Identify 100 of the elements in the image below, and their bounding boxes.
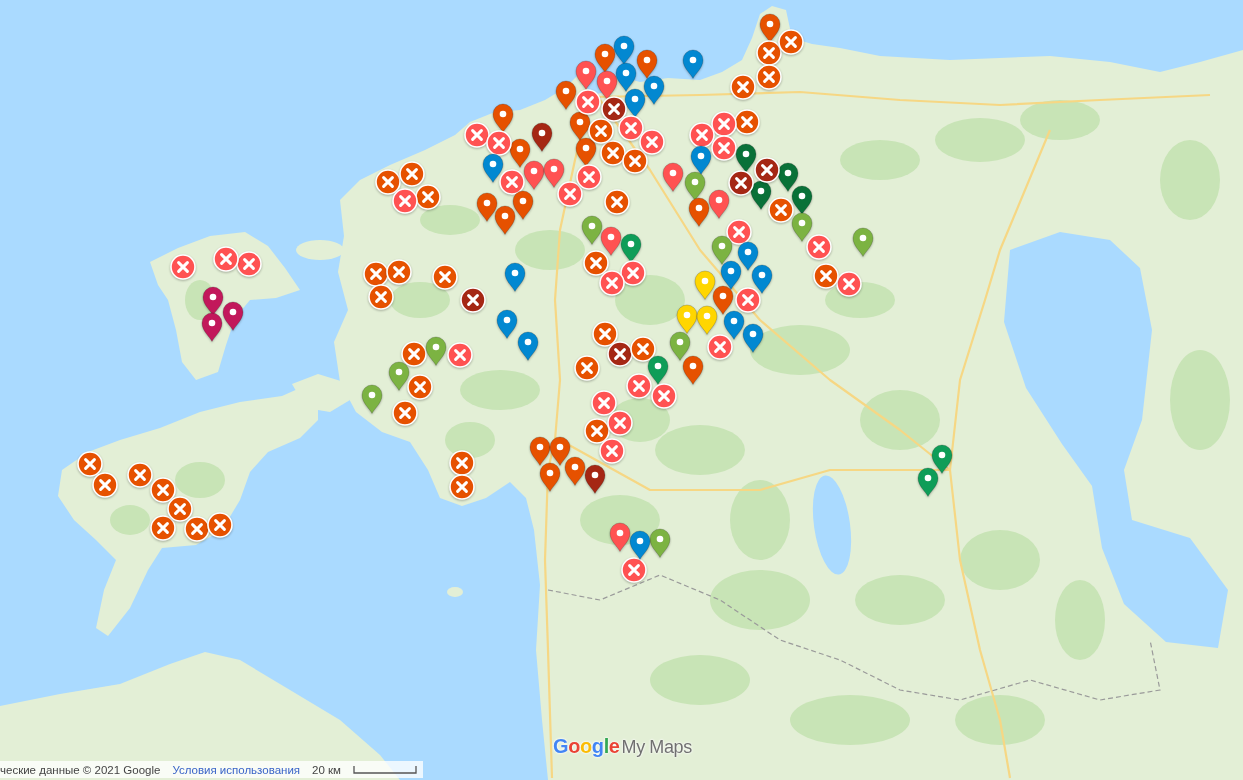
map-pin-icon[interactable] [575, 60, 597, 90]
cross-marker-icon[interactable] [618, 115, 644, 141]
cross-marker-icon[interactable] [604, 189, 630, 215]
cross-marker-icon[interactable] [756, 40, 782, 66]
map-pin-icon[interactable] [222, 301, 244, 331]
map-pin-icon[interactable] [791, 212, 813, 242]
map-pin-icon[interactable] [504, 262, 526, 292]
map-pin-icon[interactable] [569, 111, 591, 141]
cross-marker-icon[interactable] [486, 130, 512, 156]
cross-marker-icon[interactable] [184, 516, 210, 542]
cross-marker-icon[interactable] [601, 96, 627, 122]
map-pin-icon[interactable] [711, 235, 733, 265]
map-pin-icon[interactable] [517, 331, 539, 361]
cross-marker-icon[interactable] [711, 135, 737, 161]
cross-marker-icon[interactable] [77, 451, 103, 477]
cross-marker-icon[interactable] [768, 197, 794, 223]
cross-marker-icon[interactable] [754, 157, 780, 183]
map-pin-icon[interactable] [496, 309, 518, 339]
map-pin-icon[interactable] [609, 522, 631, 552]
map-pin-icon[interactable] [636, 49, 658, 79]
cross-marker-icon[interactable] [607, 410, 633, 436]
map-pin-icon[interactable] [615, 62, 637, 92]
terms-link[interactable]: Условия использования [172, 763, 301, 776]
map-pin-icon[interactable] [494, 205, 516, 235]
cross-marker-icon[interactable] [557, 181, 583, 207]
cross-marker-icon[interactable] [375, 169, 401, 195]
cross-marker-icon[interactable] [730, 74, 756, 100]
map-pin-icon[interactable] [629, 530, 651, 560]
cross-marker-icon[interactable] [207, 512, 233, 538]
map-pin-icon[interactable] [555, 80, 577, 110]
map-pin-icon[interactable] [723, 310, 745, 340]
map-pin-icon[interactable] [712, 285, 734, 315]
map-pin-icon[interactable] [529, 436, 551, 466]
map-pin-icon[interactable] [735, 143, 757, 173]
map-pin-icon[interactable] [720, 260, 742, 290]
map-pin-icon[interactable] [549, 436, 571, 466]
cross-marker-icon[interactable] [806, 234, 832, 260]
cross-marker-icon[interactable] [464, 122, 490, 148]
cross-marker-icon[interactable] [392, 188, 418, 214]
cross-marker-icon[interactable] [447, 342, 473, 368]
map-pin-icon[interactable] [682, 49, 704, 79]
map-pin-icon[interactable] [708, 189, 730, 219]
cross-marker-icon[interactable] [236, 251, 262, 277]
cross-marker-icon[interactable] [170, 254, 196, 280]
cross-marker-icon[interactable] [167, 496, 193, 522]
map-pin-icon[interactable] [669, 331, 691, 361]
map-pin-icon[interactable] [584, 464, 606, 494]
map-pin-icon[interactable] [694, 270, 716, 300]
cross-marker-icon[interactable] [575, 89, 601, 115]
map-pin-icon[interactable] [688, 197, 710, 227]
map-pin-icon[interactable] [742, 323, 764, 353]
map-pin-icon[interactable] [575, 137, 597, 167]
map-pin-icon[interactable] [388, 361, 410, 391]
map-pin-icon[interactable] [917, 467, 939, 497]
cross-marker-icon[interactable] [449, 474, 475, 500]
cross-marker-icon[interactable] [401, 341, 427, 367]
map-pin-icon[interactable] [751, 264, 773, 294]
cross-marker-icon[interactable] [449, 450, 475, 476]
cross-marker-icon[interactable] [407, 374, 433, 400]
cross-marker-icon[interactable] [836, 271, 862, 297]
map-pin-icon[interactable] [509, 138, 531, 168]
map-pin-icon[interactable] [564, 456, 586, 486]
cross-marker-icon[interactable] [622, 148, 648, 174]
map-pin-icon[interactable] [600, 226, 622, 256]
map-pin-icon[interactable] [662, 162, 684, 192]
map-pin-icon[interactable] [624, 88, 646, 118]
map-pin-icon[interactable] [476, 192, 498, 222]
map-pin-icon[interactable] [596, 70, 618, 100]
map-pin-icon[interactable] [931, 444, 953, 474]
map-pin-icon[interactable] [791, 185, 813, 215]
cross-marker-icon[interactable] [399, 161, 425, 187]
map-pin-icon[interactable] [682, 355, 704, 385]
map-pin-icon[interactable] [759, 13, 781, 43]
cross-marker-icon[interactable] [432, 264, 458, 290]
cross-marker-icon[interactable] [574, 355, 600, 381]
map-pin-icon[interactable] [201, 312, 223, 342]
cross-marker-icon[interactable] [621, 557, 647, 583]
map-pin-icon[interactable] [543, 158, 565, 188]
cross-marker-icon[interactable] [213, 246, 239, 272]
map-pin-icon[interactable] [202, 286, 224, 316]
map-pin-icon[interactable] [643, 75, 665, 105]
map-pin-icon[interactable] [620, 233, 642, 263]
cross-marker-icon[interactable] [813, 263, 839, 289]
map-pin-icon[interactable] [750, 180, 772, 210]
cross-marker-icon[interactable] [630, 336, 656, 362]
cross-marker-icon[interactable] [689, 122, 715, 148]
cross-marker-icon[interactable] [735, 287, 761, 313]
cross-marker-icon[interactable] [626, 373, 652, 399]
cross-marker-icon[interactable] [576, 164, 602, 190]
cross-marker-icon[interactable] [583, 250, 609, 276]
map-pin-icon[interactable] [492, 103, 514, 133]
cross-marker-icon[interactable] [607, 341, 633, 367]
cross-marker-icon[interactable] [728, 170, 754, 196]
cross-marker-icon[interactable] [150, 515, 176, 541]
map-pin-icon[interactable] [539, 462, 561, 492]
cross-marker-icon[interactable] [368, 284, 394, 310]
cross-marker-icon[interactable] [588, 118, 614, 144]
cross-marker-icon[interactable] [415, 184, 441, 210]
map-pin-icon[interactable] [512, 190, 534, 220]
cross-marker-icon[interactable] [778, 29, 804, 55]
